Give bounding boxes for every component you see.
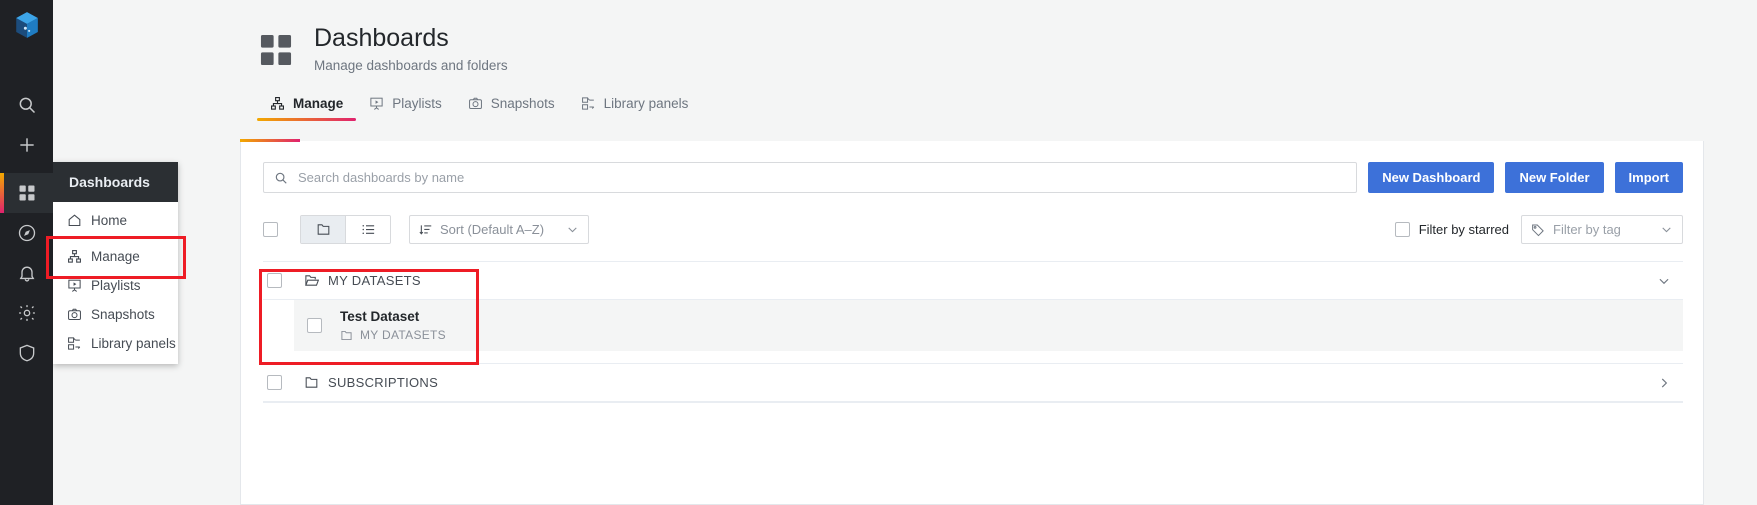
camera-icon xyxy=(468,96,483,111)
dashboard-row-test-dataset[interactable]: Test Dataset MY DATASETS xyxy=(294,300,1683,351)
sort-amount-down-icon xyxy=(419,223,433,237)
new-folder-button[interactable]: New Folder xyxy=(1505,162,1604,193)
import-button[interactable]: Import xyxy=(1614,162,1683,193)
view-mode-toggle xyxy=(300,215,391,244)
tab-manage[interactable]: Manage xyxy=(257,89,357,121)
search-icon xyxy=(274,171,288,185)
folder-row-my-datasets[interactable]: MY DATASETS xyxy=(263,261,1683,300)
menu-item-playlists-label: Playlists xyxy=(91,278,141,293)
page-header: Dashboards Manage dashboards and folders xyxy=(53,0,1757,73)
gear-icon[interactable] xyxy=(0,293,53,333)
folder-checkbox[interactable] xyxy=(267,375,282,390)
panel-accent-bar xyxy=(240,139,300,142)
sitemap-icon xyxy=(270,96,285,111)
folder-checkbox[interactable] xyxy=(267,273,282,288)
grafana-logo-icon[interactable] xyxy=(0,0,53,50)
grafana-dashboards-page: Dashboards Manage dashboards and folders… xyxy=(0,0,1757,505)
presentation-icon xyxy=(67,278,82,293)
dashboards-menu-title: Dashboards xyxy=(53,162,178,202)
camera-icon xyxy=(67,307,82,322)
menu-divider xyxy=(53,238,178,239)
folder-icon xyxy=(340,329,353,342)
tag-icon xyxy=(1531,223,1545,237)
dashboards-menu: Dashboards Home Manage Playlists Snapsho… xyxy=(53,162,178,364)
dashboard-folder-label: MY DATASETS xyxy=(360,328,446,342)
tab-playlists-label: Playlists xyxy=(392,95,442,111)
chevron-down-icon xyxy=(566,223,579,236)
tab-bar: Manage Playlists Snapshots Library panel… xyxy=(257,89,1757,121)
search-results: MY DATASETS Test Dataset MY DATASETS SUB… xyxy=(263,261,1683,432)
tab-library-panels[interactable]: Library panels xyxy=(568,89,702,120)
new-dashboard-button[interactable]: New Dashboard xyxy=(1368,162,1495,193)
menu-item-snapshots-label: Snapshots xyxy=(91,307,155,322)
search-row: New Dashboard New Folder Import xyxy=(241,141,1703,193)
page-subtitle: Manage dashboards and folders xyxy=(314,57,508,73)
folder-open-icon xyxy=(304,273,319,288)
folder-name: SUBSCRIPTIONS xyxy=(328,375,439,390)
folder-row-subscriptions[interactable]: SUBSCRIPTIONS xyxy=(263,363,1683,402)
results-spacer xyxy=(263,351,1683,363)
filter-starred-label: Filter by starred xyxy=(1418,222,1509,237)
sort-select[interactable]: Sort (Default A–Z) xyxy=(409,215,589,244)
tab-manage-label: Manage xyxy=(293,95,344,111)
chevron-down-icon[interactable] xyxy=(1657,274,1671,288)
filter-tag-placeholder: Filter by tag xyxy=(1553,222,1621,237)
menu-item-library-panels-label: Library panels xyxy=(91,336,176,351)
search-input-wrapper[interactable] xyxy=(263,162,1358,193)
nav-rail xyxy=(0,0,53,505)
page-title: Dashboards xyxy=(314,24,449,52)
compass-icon[interactable] xyxy=(0,213,53,253)
tab-library-panels-label: Library panels xyxy=(603,95,689,111)
folder-view-icon[interactable] xyxy=(301,216,345,243)
menu-item-home-label: Home xyxy=(91,213,128,228)
tab-snapshots-label: Snapshots xyxy=(490,95,555,111)
toolbar-row: Sort (Default A–Z) Filter by starred Fil… xyxy=(241,193,1703,244)
menu-item-manage-label: Manage xyxy=(91,249,140,264)
menu-item-library-panels[interactable]: Library panels xyxy=(53,329,178,358)
sidebar-item-dashboards[interactable] xyxy=(0,173,53,213)
plus-icon[interactable] xyxy=(0,125,53,165)
sort-select-label: Sort (Default A–Z) xyxy=(440,222,545,237)
library-panels-icon xyxy=(67,336,82,351)
bell-icon[interactable] xyxy=(0,253,53,293)
tab-snapshots[interactable]: Snapshots xyxy=(455,89,568,120)
library-panels-icon xyxy=(581,96,596,111)
filter-by-starred[interactable]: Filter by starred xyxy=(1394,222,1509,237)
filter-starred-checkbox[interactable] xyxy=(1394,222,1410,237)
folder-icon xyxy=(304,375,319,390)
tab-playlists[interactable]: Playlists xyxy=(356,89,455,120)
shield-icon[interactable] xyxy=(0,333,53,373)
dashboards-grid-icon xyxy=(257,31,295,69)
main-content: Dashboards Manage dashboards and folders… xyxy=(53,0,1757,505)
chevron-down-icon xyxy=(1660,223,1673,236)
sitemap-icon xyxy=(67,249,82,264)
menu-item-home[interactable]: Home xyxy=(53,206,178,235)
dashboard-folder: MY DATASETS xyxy=(340,328,446,342)
dashboard-title: Test Dataset xyxy=(340,309,420,324)
results-next-row-partial xyxy=(263,402,1683,432)
search-icon[interactable] xyxy=(0,85,53,125)
dashboards-panel: New Dashboard New Folder Import xyxy=(240,141,1704,505)
folder-name: MY DATASETS xyxy=(328,273,421,288)
filters-group: Filter by starred Filter by tag xyxy=(1394,215,1683,244)
presentation-icon xyxy=(369,96,384,111)
filter-by-tag-select[interactable]: Filter by tag xyxy=(1521,215,1683,244)
home-icon xyxy=(67,213,82,228)
menu-item-playlists[interactable]: Playlists xyxy=(53,271,178,300)
select-all-checkbox[interactable] xyxy=(263,222,278,237)
list-view-icon[interactable] xyxy=(346,216,390,243)
menu-item-snapshots[interactable]: Snapshots xyxy=(53,300,178,329)
dashboard-checkbox[interactable] xyxy=(307,318,322,333)
search-input[interactable] xyxy=(296,169,1347,186)
menu-item-manage[interactable]: Manage xyxy=(53,242,178,271)
chevron-right-icon[interactable] xyxy=(1657,376,1671,390)
